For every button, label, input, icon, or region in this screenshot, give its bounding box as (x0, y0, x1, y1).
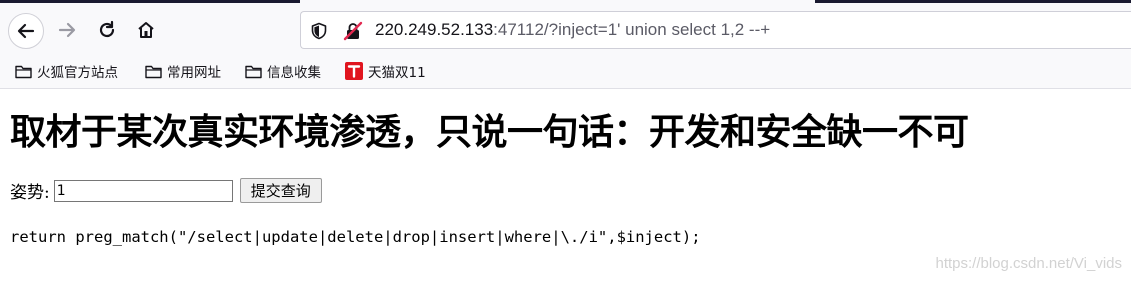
back-button[interactable] (8, 13, 44, 49)
bookmarks-toolbar: 火狐官方站点 常用网址 信息收集 天猫双11 (0, 55, 1131, 87)
bookmark-label: 信息收集 (267, 65, 321, 81)
url-path: :47112/?inject=1' union select 1,2 --+ (493, 20, 771, 39)
chrome-divider (0, 88, 1131, 89)
csdn-watermark: https://blog.csdn.net/Vi_vids (935, 255, 1122, 272)
url-text[interactable]: 220.249.52.133:47112/?inject=1' union se… (375, 20, 770, 40)
browser-chrome: 220.249.52.133:47112/?inject=1' union se… (0, 0, 1131, 89)
url-host: 220.249.52.133 (375, 20, 494, 39)
inject-label: 姿势: (10, 183, 50, 203)
bookmark-label: 火狐官方站点 (37, 65, 118, 81)
bookmark-huohu-official[interactable]: 火狐官方站点 (15, 60, 118, 82)
reload-button[interactable] (92, 15, 122, 45)
forward-button[interactable] (52, 15, 82, 45)
address-bar[interactable]: 220.249.52.133:47112/?inject=1' union se… (300, 11, 1131, 49)
navigation-toolbar: 220.249.52.133:47112/?inject=1' union se… (0, 3, 1131, 53)
back-arrow-icon (17, 23, 35, 39)
folder-icon (15, 65, 32, 78)
filter-code-line: return preg_match("/select|update|delete… (10, 228, 701, 246)
inject-input[interactable] (53, 179, 233, 202)
bookmark-label: 天猫双11 (368, 65, 426, 81)
folder-icon (245, 65, 262, 78)
inject-form: 姿势: 提交查询 (10, 178, 322, 203)
bookmark-common-sites[interactable]: 常用网址 (145, 60, 221, 82)
reload-icon (99, 20, 115, 38)
insecure-connection-icon[interactable] (343, 21, 363, 41)
home-button[interactable] (131, 15, 161, 45)
folder-icon (145, 65, 162, 78)
bookmark-tmall-double11[interactable]: 天猫双11 (345, 60, 426, 82)
bookmark-label: 常用网址 (167, 65, 221, 81)
submit-query-button[interactable]: 提交查询 (239, 178, 322, 203)
page-heading: 取材于某次真实环境渗透，只说一句话：开发和安全缺一不可 (10, 112, 969, 153)
forward-arrow-icon (58, 22, 76, 38)
tracking-shield-icon[interactable] (309, 21, 329, 41)
bookmark-info-gathering[interactable]: 信息收集 (245, 60, 321, 82)
tmall-icon (345, 62, 363, 80)
home-icon (138, 22, 154, 38)
